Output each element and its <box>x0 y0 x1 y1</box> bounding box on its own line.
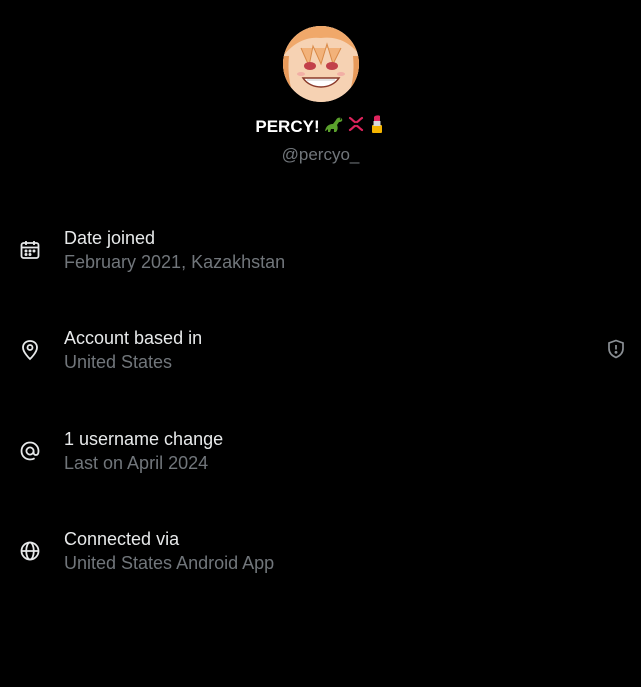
connected-via-label: Connected via <box>64 529 180 549</box>
account-location-label: Account based in <box>64 328 203 348</box>
display-name: PERCY! <box>255 114 385 140</box>
date-joined-value: February 2021, Kazakhstan <box>64 252 286 272</box>
display-name-text: PERCY! <box>255 117 320 136</box>
shield-alert-icon[interactable] <box>605 338 627 360</box>
username-change-row: 1 username change Last on April 2024 <box>0 427 641 479</box>
lipstick-emoji <box>368 114 386 140</box>
connected-via-value: United States Android App <box>64 553 275 573</box>
at-sign-icon <box>18 439 42 463</box>
globe-icon <box>18 539 42 563</box>
account-location-row: Account based in United States <box>0 326 641 378</box>
username-handle: @percyo_ <box>281 145 360 164</box>
account-location-value: United States <box>64 352 173 372</box>
avatar[interactable] <box>282 26 359 102</box>
calendar-icon <box>18 238 42 262</box>
location-pin-icon <box>18 338 42 362</box>
profile-header: PERCY! @percyo_ <box>0 26 641 165</box>
anger-emoji <box>346 114 366 140</box>
username-change-value: Last on April 2024 <box>64 453 209 473</box>
date-joined-row: Date joined February 2021, Kazakhstan <box>0 226 641 278</box>
connected-via-row: Connected via United States Android App <box>0 527 641 579</box>
username-change-label: 1 username change <box>64 429 224 449</box>
date-joined-label: Date joined <box>64 228 156 248</box>
dinosaur-emoji <box>322 114 344 140</box>
